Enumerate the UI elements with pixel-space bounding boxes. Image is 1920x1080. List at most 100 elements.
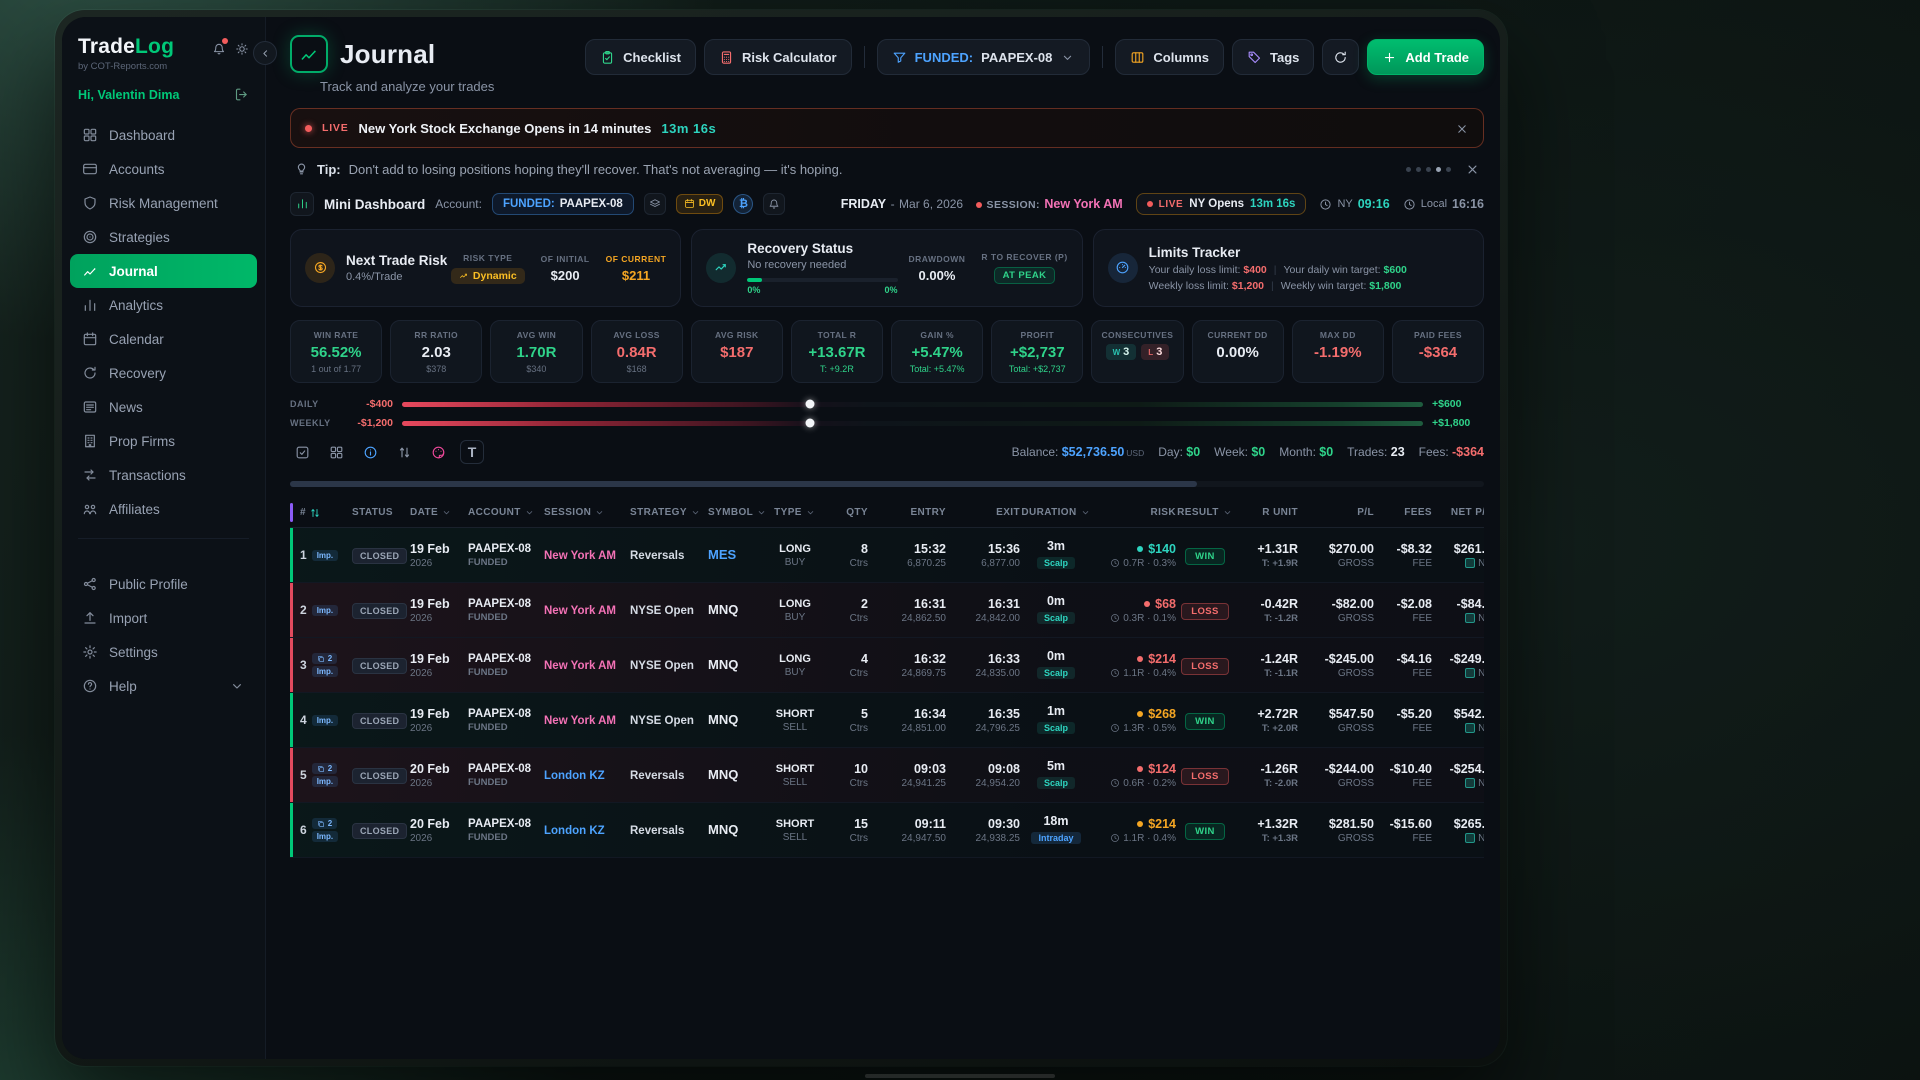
column-header-strategy[interactable]: STRATEGY: [630, 507, 708, 518]
sidebar-item-label: Accounts: [109, 162, 165, 177]
grid-icon: [82, 127, 98, 143]
alerts-bell-icon[interactable]: [763, 193, 785, 215]
tip-dot[interactable]: [1416, 167, 1421, 172]
account-badge[interactable]: FUNDED:PAAPEX-08: [492, 193, 634, 215]
sidebar-item-strategies[interactable]: Strategies: [70, 220, 257, 254]
risk-type-badge[interactable]: Dynamic: [451, 268, 525, 284]
duration-tag: Scalp: [1037, 722, 1075, 734]
sidebar-item-label: Prop Firms: [109, 434, 175, 449]
sidebar-item-prop-firms[interactable]: Prop Firms: [70, 424, 257, 458]
stat-label: PROFIT: [996, 330, 1078, 340]
net-icon: [1465, 613, 1475, 623]
tip-dot-active[interactable]: [1436, 167, 1441, 172]
banner-close-button[interactable]: [1455, 120, 1469, 135]
table-scrollbar[interactable]: [290, 481, 1484, 487]
sidebar-collapse-button[interactable]: [253, 41, 277, 65]
tip-dot[interactable]: [1426, 167, 1431, 172]
updown-icon: [397, 445, 412, 460]
refresh-icon: [82, 365, 98, 381]
share-icon: [82, 576, 98, 592]
sidebar-item-label: Public Profile: [109, 577, 188, 592]
table-row[interactable]: 1 Imp. CLOSED 19 Feb2026 PAAPEX-08FUNDED…: [290, 528, 1484, 583]
notifications-bell-icon[interactable]: [212, 40, 226, 58]
grid-icon: [329, 445, 344, 460]
table-row[interactable]: 4 Imp. CLOSED 19 Feb2026 PAAPEX-08FUNDED…: [290, 693, 1484, 748]
column-header-result[interactable]: RESULT: [1176, 507, 1234, 518]
text-size-button[interactable]: T: [460, 440, 484, 464]
palette-icon: [431, 445, 446, 460]
account-filter-button[interactable]: FUNDED:PAAPEX-08: [877, 39, 1091, 75]
column-header-duration[interactable]: DURATION: [1020, 507, 1092, 518]
info-button[interactable]: [358, 440, 382, 464]
sidebar-item-journal[interactable]: Journal: [70, 254, 257, 288]
chevdown-icon: [594, 507, 605, 518]
stat-consecutives: CONSECUTIVESW3L3: [1091, 320, 1183, 383]
refresh-button[interactable]: [1322, 39, 1359, 75]
logout-icon[interactable]: [234, 87, 249, 102]
sidebar-item-affiliates[interactable]: Affiliates: [70, 492, 257, 526]
column-header-session[interactable]: SESSION: [544, 507, 630, 518]
sidebar-item-public-profile[interactable]: Public Profile: [70, 567, 257, 601]
stat-avg-loss: AVG LOSS0.84R$168: [591, 320, 683, 383]
sidebar-item-label: Strategies: [109, 230, 170, 245]
clock-icon: [1110, 833, 1120, 843]
stat-sub: $378: [395, 364, 477, 374]
chevdown-icon: [1222, 507, 1233, 518]
tip-close-button[interactable]: [1465, 161, 1480, 177]
table-row[interactable]: 3 2 Imp. CLOSED 19 Feb2026 PAAPEX-08FUND…: [290, 638, 1484, 693]
sidebar-item-label: Affiliates: [109, 502, 160, 517]
layers-icon[interactable]: [644, 193, 666, 215]
tags-button[interactable]: Tags: [1232, 39, 1314, 75]
sidebar-item-accounts[interactable]: Accounts: [70, 152, 257, 186]
crypto-icon[interactable]: ₿: [733, 194, 753, 214]
add-trade-button[interactable]: Add Trade: [1367, 39, 1484, 75]
sidebar-item-settings[interactable]: Settings: [70, 635, 257, 669]
table-row[interactable]: 2 Imp. CLOSED 19 Feb2026 PAAPEX-08FUNDED…: [290, 583, 1484, 638]
sidebar-item-news[interactable]: News: [70, 390, 257, 424]
checklist-button[interactable]: Checklist: [585, 39, 696, 75]
stat-label: WIN RATE: [295, 330, 377, 340]
risk-calculator-button[interactable]: Risk Calculator: [704, 39, 852, 75]
news-icon: [82, 399, 98, 415]
chevdown-icon: [1080, 507, 1091, 518]
import-badge: Imp.: [312, 776, 338, 787]
sidebar-item-analytics[interactable]: Analytics: [70, 288, 257, 322]
columns-button[interactable]: Columns: [1115, 39, 1224, 75]
column-header-risk: RISK: [1092, 507, 1176, 518]
column-header-type[interactable]: TYPE: [768, 507, 822, 518]
table-scrollbar-thumb[interactable]: [290, 481, 1197, 487]
column-header-symbol[interactable]: SYMBOL: [708, 507, 768, 518]
clock-icon: [1403, 198, 1416, 211]
layout-button[interactable]: [324, 440, 348, 464]
sidebar-item-calendar[interactable]: Calendar: [70, 322, 257, 356]
column-header-account[interactable]: ACCOUNT: [468, 507, 544, 518]
upload-icon: [82, 610, 98, 626]
table-row[interactable]: 6 2 Imp. CLOSED 20 Feb2026 PAAPEX-08FUND…: [290, 803, 1484, 858]
tip-dot[interactable]: [1446, 167, 1451, 172]
tip-dot[interactable]: [1406, 167, 1411, 172]
sort-button[interactable]: [392, 440, 416, 464]
palette-button[interactable]: [426, 440, 450, 464]
tip-row: Tip: Don't add to losing positions hopin…: [290, 160, 1484, 178]
sidebar-item-dashboard[interactable]: Dashboard: [70, 118, 257, 152]
sidebar-item-recovery[interactable]: Recovery: [70, 356, 257, 390]
clock-icon: [1110, 668, 1120, 678]
daily-weekly-toggle[interactable]: DW: [676, 194, 724, 213]
session-dot: [976, 202, 982, 208]
sidebar-item-help[interactable]: Help: [70, 669, 257, 703]
theme-toggle-icon[interactable]: [235, 40, 249, 58]
table-row[interactable]: 5 2 Imp. CLOSED 20 Feb2026 PAAPEX-08FUND…: [290, 748, 1484, 803]
sidebar-item-import[interactable]: Import: [70, 601, 257, 635]
sidebar-item-risk-management[interactable]: Risk Management: [70, 186, 257, 220]
net-icon: [1465, 558, 1475, 568]
daily-limit-bar: DAILY -$400 +$600: [290, 398, 1484, 410]
sidebar-item-label: Risk Management: [109, 196, 218, 211]
sidebar-item-transactions[interactable]: Transactions: [70, 458, 257, 492]
column-header-date[interactable]: DATE: [410, 507, 468, 518]
bulb-icon: [294, 161, 309, 176]
refresh-icon: [1333, 50, 1348, 65]
result-badge: WIN: [1185, 823, 1225, 840]
checksq-icon: [295, 445, 310, 460]
result-badge: WIN: [1185, 713, 1225, 730]
select-rows-button[interactable]: [290, 440, 314, 464]
